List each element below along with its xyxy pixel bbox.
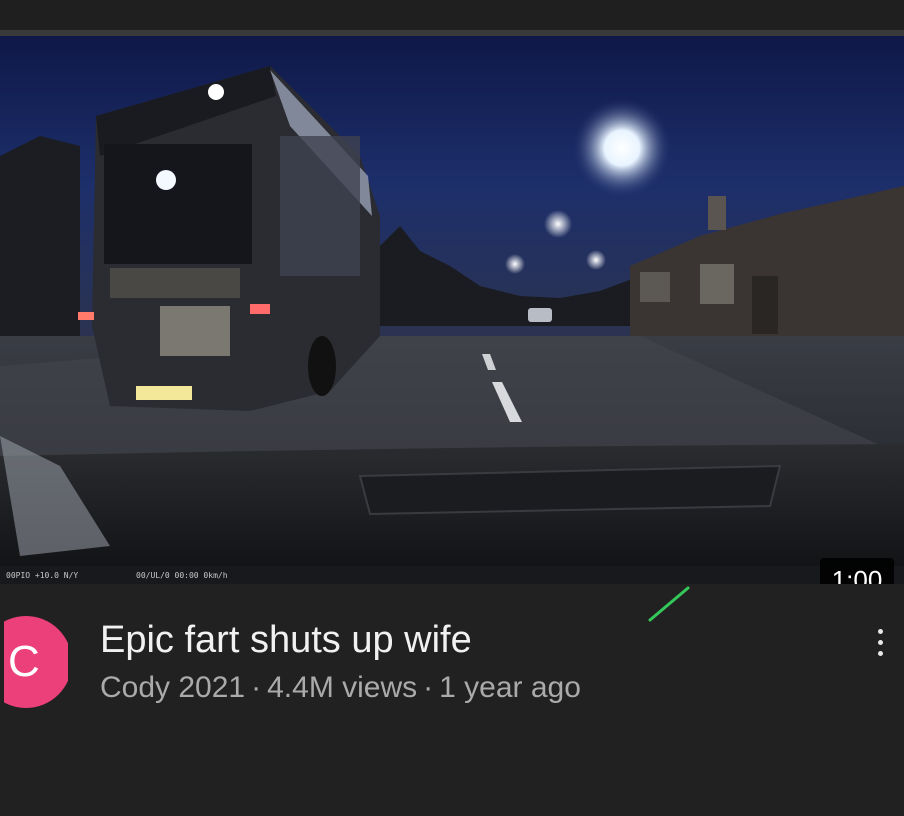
menu-dot bbox=[877, 650, 883, 656]
video-metadata: Cody 2021 · 4.4M views · 1 year ago bbox=[100, 666, 581, 710]
meta-separator: · bbox=[251, 671, 262, 704]
channel-avatar[interactable]: C bbox=[4, 616, 68, 708]
kebab-menu-icon[interactable] bbox=[862, 620, 898, 664]
svg-text:00PIO +10.0 N/Y: 00PIO +10.0 N/Y bbox=[6, 571, 78, 580]
thumbnail-image: 00PIO +10.0 N/Y 00/UL/0 00:00 0km/h bbox=[0, 36, 904, 584]
video-info: C Epic fart shuts up wife Cody 2021 · 4.4M… bbox=[0, 584, 904, 816]
cursor-tick-mark bbox=[648, 586, 690, 622]
avatar-letter: C bbox=[8, 637, 40, 686]
menu-dot bbox=[877, 628, 883, 634]
meta-separator: · bbox=[423, 671, 434, 704]
duration-badge: 1:00 bbox=[820, 558, 894, 584]
top-bar bbox=[0, 0, 904, 30]
video-thumbnail[interactable]: 00PIO +10.0 N/Y 00/UL/0 00:00 0km/h 1:00 bbox=[0, 36, 904, 584]
svg-text:00/UL/0 00:00 0km/h: 00/UL/0 00:00 0km/h bbox=[136, 571, 228, 580]
view-count: 4.4M views bbox=[267, 671, 418, 704]
menu-dot bbox=[877, 639, 883, 645]
channel-name[interactable]: Cody 2021 bbox=[100, 671, 245, 704]
upload-age: 1 year ago bbox=[439, 671, 581, 704]
video-title[interactable]: Epic fart shuts up wife bbox=[100, 614, 472, 666]
